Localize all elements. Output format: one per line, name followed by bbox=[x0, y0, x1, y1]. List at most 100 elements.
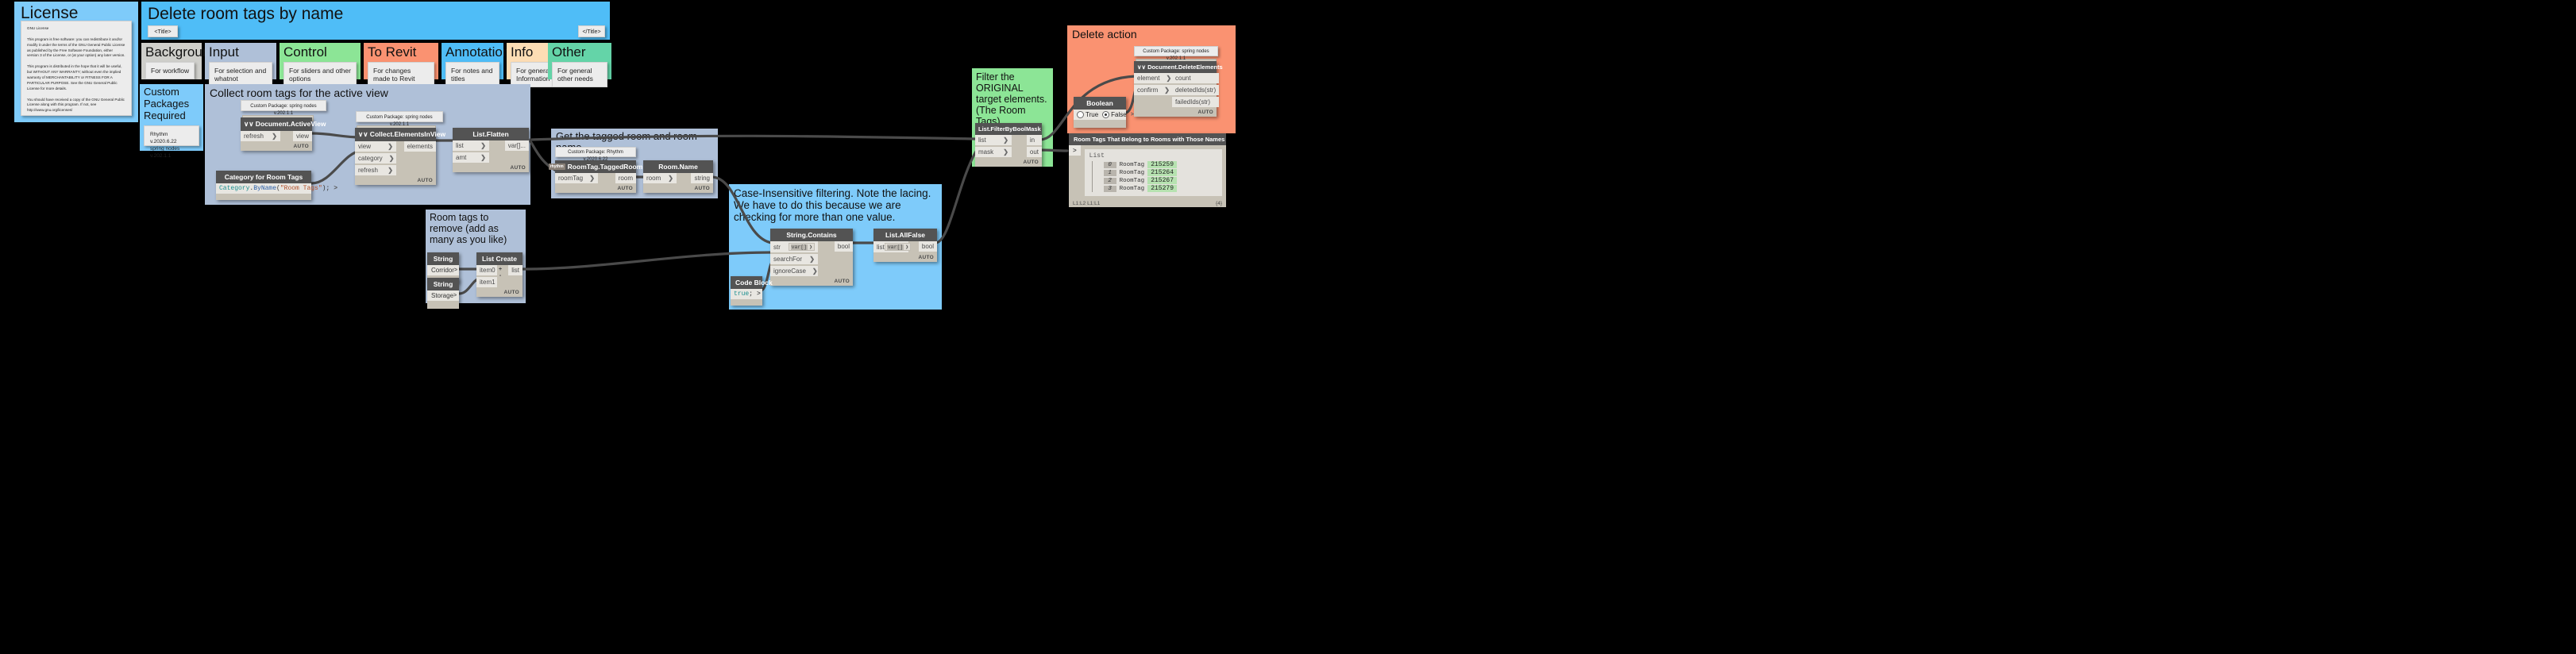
group-custom-packages[interactable]: Custom Packages Required Rhythm v.2020.6… bbox=[140, 84, 203, 159]
legend-control[interactable]: Control For sliders and other options bbox=[280, 43, 361, 87]
node-boolean[interactable]: Boolean True False > bbox=[1074, 97, 1134, 128]
node-string-storage-foot bbox=[427, 301, 459, 309]
watch-list-label: List bbox=[1089, 152, 1105, 160]
node-string-storage[interactable]: String Storage > bbox=[427, 278, 459, 309]
license-note: GNU License This program is free softwar… bbox=[21, 21, 132, 116]
group-room-tags-to-remove-title: Room tags to remove (add as many as you … bbox=[430, 212, 507, 245]
port-refresh[interactable]: refresh ❯ bbox=[241, 131, 280, 141]
port-mask-in[interactable]: mask ❯ bbox=[975, 147, 1012, 157]
port-item0-in[interactable]: item0 bbox=[476, 265, 497, 275]
node-code-block-code[interactable]: true; > bbox=[731, 289, 762, 299]
legend-other[interactable]: Other For general other needs bbox=[548, 43, 611, 87]
category-code-text: Category.ByName("Room Tags"); bbox=[219, 185, 330, 192]
chevron-right-icon: > bbox=[453, 293, 457, 298]
port-element-in[interactable]: element ❯ bbox=[1134, 73, 1172, 83]
port-category-in[interactable]: category ❯ bbox=[355, 153, 396, 164]
port-string-out[interactable]: string bbox=[691, 173, 713, 183]
radio-unchecked-icon[interactable] bbox=[1077, 111, 1084, 118]
list-item-type: RoomTag bbox=[1119, 161, 1145, 168]
legend-annotation[interactable]: Annotation For notes and titles bbox=[442, 43, 510, 87]
node-room-name-auto-label: AUTO bbox=[643, 185, 713, 193]
port-roomtag-in[interactable]: roomTag ❯ bbox=[555, 173, 598, 183]
node-category-title: Category for Room Tags bbox=[216, 171, 311, 183]
watch-input-port[interactable]: > bbox=[1069, 145, 1081, 156]
node-list-create[interactable]: List Create item0 item1 + - list AUTO bbox=[476, 252, 523, 297]
port-room-in[interactable]: room ❯ bbox=[643, 173, 677, 183]
boolean-options-row[interactable]: True False > bbox=[1074, 110, 1134, 120]
node-document-activeview[interactable]: ∨∨ Document.ActiveView refresh ❯ view AU… bbox=[241, 117, 326, 151]
node-watch-room-tags[interactable]: Room Tags That Belong to Rooms with Thos… bbox=[1069, 133, 1226, 207]
list-item: 1 RoomTag 215264 bbox=[1103, 169, 1217, 176]
group-filter-original-elements-title: Filter the ORIGINAL target elements. (Th… bbox=[976, 71, 1047, 127]
watch-preview-panel: List 0 RoomTag 215259 1 RoomTag 215264 2 bbox=[1084, 149, 1222, 196]
node-collect-elementsinview[interactable]: ∨∨ Collect.ElementsInView view ❯ categor… bbox=[355, 128, 445, 185]
port-in-out[interactable]: in bbox=[1026, 135, 1042, 145]
boolean-false-option[interactable]: False bbox=[1102, 111, 1127, 118]
node-document-deleteelements[interactable]: ∨∨ Document.DeleteElements element ❯ con… bbox=[1134, 61, 1223, 117]
remove-item-button[interactable]: - bbox=[499, 273, 501, 279]
port-str-in[interactable]: str var[] ❯ bbox=[770, 241, 818, 252]
port-bool-out[interactable]: bool bbox=[834, 241, 853, 252]
chevron-right-icon: ❯ bbox=[812, 267, 818, 275]
group-license-title: License bbox=[21, 4, 79, 22]
chevron-right-icon: > bbox=[334, 185, 338, 192]
port-deletedids-out[interactable]: deletedIds(str) bbox=[1172, 85, 1220, 95]
dynamo-canvas[interactable]: License GNU License This program is free… bbox=[0, 0, 2576, 654]
port-var-out[interactable]: var[]... bbox=[504, 140, 529, 151]
port-view-in[interactable]: view ❯ bbox=[355, 141, 396, 152]
node-category-for-room-tags[interactable]: Category for Room Tags Category.ByName("… bbox=[216, 171, 337, 200]
port-amt-in[interactable]: amt ❯ bbox=[453, 152, 489, 163]
list-item-value: 215259 bbox=[1147, 161, 1177, 168]
port-refresh-in[interactable]: refresh ❯ bbox=[355, 165, 396, 175]
port-ignorecase-in[interactable]: ignoreCase ❯ bbox=[770, 266, 818, 276]
group-title-banner[interactable]: Delete room tags by name <Title> </Title… bbox=[141, 2, 610, 40]
port-allfalse-bool-out[interactable]: bool bbox=[918, 241, 937, 252]
node-list-flatten[interactable]: List.Flatten list ❯ amt ❯ var[]... AUTO bbox=[453, 128, 529, 172]
node-document-activeview-title: ∨∨ Document.ActiveView bbox=[241, 117, 326, 131]
port-list-out[interactable]: list bbox=[508, 265, 523, 275]
node-string-contains[interactable]: String.Contains str var[] ❯ searchFor ❯ i… bbox=[770, 229, 853, 286]
legend-background[interactable]: Background For workflow bbox=[141, 43, 218, 79]
node-code-block-true[interactable]: Code Block true; > bbox=[731, 276, 773, 306]
legend-input[interactable]: Input For selection and whatnot bbox=[205, 43, 276, 87]
code-block-text: true; bbox=[734, 290, 754, 298]
chevron-right-icon: ❯ bbox=[1003, 137, 1008, 144]
node-activeview-auto-label: AUTO bbox=[241, 143, 312, 151]
chevron-right-icon: > bbox=[757, 290, 761, 298]
port-searchfor-in[interactable]: searchFor ❯ bbox=[770, 254, 818, 264]
watch-footer-right: {4} bbox=[1216, 201, 1222, 206]
legend-to-revit[interactable]: To Revit For changes made to Revit bbox=[364, 43, 438, 87]
node-roomtag-taggedroom[interactable]: rhythm RoomTag.TaggedRoom roomTag ❯ room… bbox=[548, 160, 642, 193]
port-room-out[interactable]: room bbox=[615, 173, 636, 183]
port-mask-list-in[interactable]: list ❯ bbox=[975, 135, 1012, 145]
port-failedids-out[interactable]: failedIds(str) bbox=[1172, 97, 1220, 107]
port-elements-out[interactable]: elements bbox=[403, 141, 436, 152]
port-view-out[interactable]: view bbox=[292, 131, 312, 141]
node-taggedroom-auto-label: AUTO bbox=[555, 185, 636, 193]
port-count-out[interactable]: count bbox=[1172, 73, 1220, 83]
string-corridor-value[interactable]: Corridor > bbox=[427, 265, 459, 275]
chevron-right-icon: ❯ bbox=[589, 175, 595, 182]
add-item-button[interactable]: + bbox=[499, 267, 502, 272]
node-room-name[interactable]: Room.Name room ❯ string AUTO bbox=[643, 160, 713, 193]
node-category-code[interactable]: Category.ByName("Room Tags"); > bbox=[216, 183, 337, 194]
string-storage-value[interactable]: Storage > bbox=[427, 290, 459, 301]
port-confirm-in[interactable]: confirm ❯ bbox=[1134, 85, 1172, 95]
radio-checked-icon[interactable] bbox=[1102, 111, 1110, 118]
chevron-right-icon: ❯ bbox=[480, 142, 486, 149]
node-list-allfalse-title: List.AllFalse bbox=[873, 229, 937, 241]
node-deleteelements-auto-label: AUTO bbox=[1134, 109, 1217, 117]
port-out-out[interactable]: out bbox=[1026, 147, 1042, 157]
node-list-filterbyboolmask[interactable]: List.FilterByBoolMask list ❯ mask ❯ in o… bbox=[975, 123, 1042, 167]
port-item1-in[interactable]: item1 bbox=[476, 277, 497, 287]
list-item: 0 RoomTag 215259 bbox=[1103, 161, 1217, 168]
boolean-true-option[interactable]: True bbox=[1077, 111, 1098, 118]
port-list-in[interactable]: list ❯ bbox=[453, 140, 489, 151]
chevron-right-icon: ❯ bbox=[668, 175, 673, 182]
legend-control-title: Control bbox=[283, 44, 327, 60]
node-list-allfalse[interactable]: List.AllFalse list var[] ❯ bool AUTO bbox=[873, 229, 937, 262]
group-custom-packages-title: Custom Packages Required bbox=[144, 86, 190, 121]
group-license[interactable]: License GNU License This program is free… bbox=[14, 2, 138, 122]
list-item-index: 3 bbox=[1103, 185, 1116, 192]
port-allfalse-list-in[interactable]: list var[] ❯ bbox=[873, 241, 912, 252]
